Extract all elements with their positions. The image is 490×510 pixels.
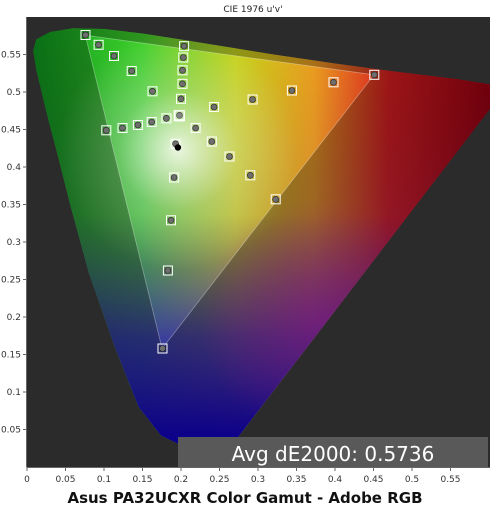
x-tick-label: 0.55 [440, 475, 460, 485]
measured-point [159, 345, 166, 352]
measured-point [272, 196, 280, 203]
x-tick-label: 0.1 [97, 475, 111, 485]
plot-area [27, 17, 490, 467]
measured-point [330, 79, 337, 86]
y-tick-label: 0.55 [1, 51, 21, 61]
measured-point [170, 174, 178, 181]
y-tick-label: 0.45 [1, 126, 21, 136]
measured-point [177, 95, 185, 103]
measured-point [110, 52, 118, 60]
x-tick-label: 0.15 [132, 475, 152, 485]
y-tick-label: 0.35 [1, 201, 21, 211]
white-point-marker [174, 144, 182, 151]
chart-caption: Asus PA32UCXR Color Gamut - Adobe RGB [67, 489, 423, 507]
measured-point [180, 54, 187, 61]
x-tick-label: 0.45 [363, 475, 383, 485]
white-point-target [173, 110, 185, 122]
measured-point [128, 67, 135, 75]
x-tick-label: 0.35 [286, 475, 306, 485]
y-tick-label: 0.2 [7, 313, 21, 323]
x-tick-label: 0.2 [174, 475, 188, 485]
measured-point [163, 115, 170, 122]
gamut-chart: CIE 1976 u'v' 0 0.05 0.1 0.15 0.2 0.25 0.3 0.35… [0, 0, 490, 510]
x-tick-label: 0.4 [328, 475, 343, 485]
measured-point [247, 172, 254, 179]
measured-point [179, 80, 186, 88]
measured-point [210, 103, 218, 111]
y-tick-label: 0.15 [1, 351, 21, 361]
y-tick-label: 0.05 [1, 426, 21, 436]
x-tick-label: 0.5 [405, 475, 419, 485]
measured-point [179, 67, 186, 74]
measured-point [208, 138, 216, 145]
measured-point [164, 267, 172, 274]
measured-point [119, 124, 126, 132]
measured-point [180, 42, 188, 50]
measured-point [226, 153, 233, 160]
annotation-box: Avg dE2000: 0.5736 [178, 437, 488, 467]
measured-point [370, 71, 378, 79]
y-tick-label: 0.5 [7, 88, 21, 98]
measured-point [148, 118, 155, 126]
y-tick-label: 0.1 [7, 388, 21, 398]
x-tick-label: 0.05 [55, 475, 75, 485]
chart-title: CIE 1976 u'v' [223, 5, 282, 15]
measured-point [192, 124, 199, 132]
avg-de-label: Avg dE2000: 0.5736 [232, 442, 435, 466]
x-tick-label: 0 [24, 475, 30, 485]
x-tick-label: 0.25 [209, 475, 229, 485]
y-tick-label: 0.3 [7, 238, 21, 248]
y-tick-label: 0.4 [7, 163, 22, 173]
y-tick-label: 0.25 [1, 276, 21, 286]
x-tick-label: 0.3 [251, 475, 265, 485]
measured-point [95, 41, 102, 49]
measured-point [134, 121, 142, 129]
measured-point [167, 217, 175, 224]
measured-point [103, 127, 110, 134]
measured-point [288, 87, 296, 94]
measured-point [249, 96, 256, 103]
measured-point [82, 31, 89, 39]
measured-point [149, 88, 156, 95]
